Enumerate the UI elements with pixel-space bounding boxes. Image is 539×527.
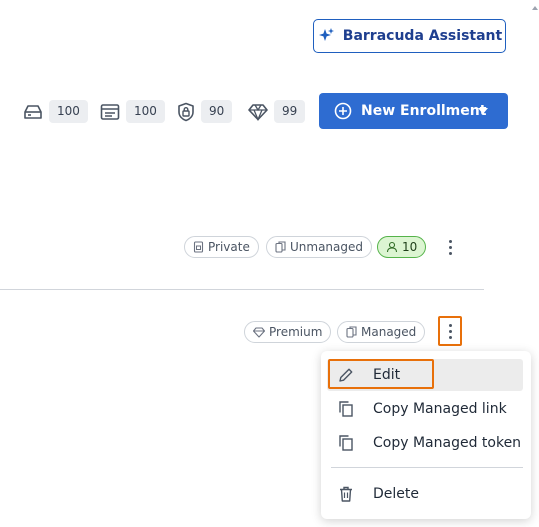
copy-icon: [339, 435, 353, 451]
sparkle-icon: [318, 28, 334, 41]
trash-icon: [340, 486, 352, 502]
card-list-icon: [100, 103, 120, 120]
management-badge: Managed: [337, 321, 426, 343]
copy-icon: [339, 401, 353, 417]
management-label: Unmanaged: [290, 240, 364, 254]
device-icon: [346, 326, 357, 338]
plus-circle-icon: [334, 102, 352, 120]
user-count-badge[interactable]: 10: [377, 236, 427, 258]
inbox-tray-icon: [24, 104, 42, 119]
scroll-up-arrow-icon[interactable]: [531, 4, 539, 12]
management-badge: Unmanaged: [266, 236, 373, 258]
menu-item-copy-token[interactable]: Copy Managed token: [327, 427, 523, 459]
user-count: 10: [402, 240, 418, 254]
assistant-label: Barracuda Assistant: [342, 28, 503, 44]
menu-item-label: Delete: [373, 486, 419, 502]
counter-value: 99: [274, 100, 306, 123]
row-divider: [0, 289, 484, 290]
tier-badge: Premium: [244, 321, 332, 343]
lock-doc-icon: [193, 241, 204, 253]
counter-apps: 100: [100, 99, 165, 124]
kebab-highlight-box: [438, 316, 462, 346]
barracuda-assistant-button[interactable]: Barracuda Assistant: [313, 19, 506, 53]
new-enrollment-button[interactable]: New Enrollment: [319, 93, 508, 129]
counter-security: 90: [177, 99, 233, 124]
diamond-icon: [248, 103, 268, 121]
shield-lock-icon: [178, 102, 194, 121]
device-icon: [275, 241, 286, 253]
tier-label: Premium: [269, 325, 323, 339]
menu-item-label: Copy Managed token: [373, 435, 522, 451]
diamond-icon: [253, 326, 265, 338]
menu-item-delete[interactable]: Delete: [327, 478, 523, 510]
row1-more-options-icon[interactable]: [443, 236, 457, 258]
counter-value: 90: [201, 100, 233, 123]
user-icon: [386, 241, 398, 253]
menu-item-label: Copy Managed link: [373, 401, 507, 417]
counter-value: 100: [126, 100, 165, 123]
chevron-down-icon[interactable]: [478, 108, 488, 114]
edit-highlight-box: [328, 359, 434, 389]
menu-item-copy-link[interactable]: Copy Managed link: [327, 393, 523, 425]
new-enrollment-label: New Enrollment: [361, 103, 487, 119]
management-label: Managed: [361, 325, 417, 339]
privacy-label: Private: [208, 240, 250, 254]
privacy-badge: Private: [184, 236, 259, 258]
menu-separator: [331, 467, 523, 468]
counter-value: 100: [49, 100, 88, 123]
counter-premium: 99: [248, 99, 306, 124]
counter-devices: 100: [23, 99, 88, 124]
